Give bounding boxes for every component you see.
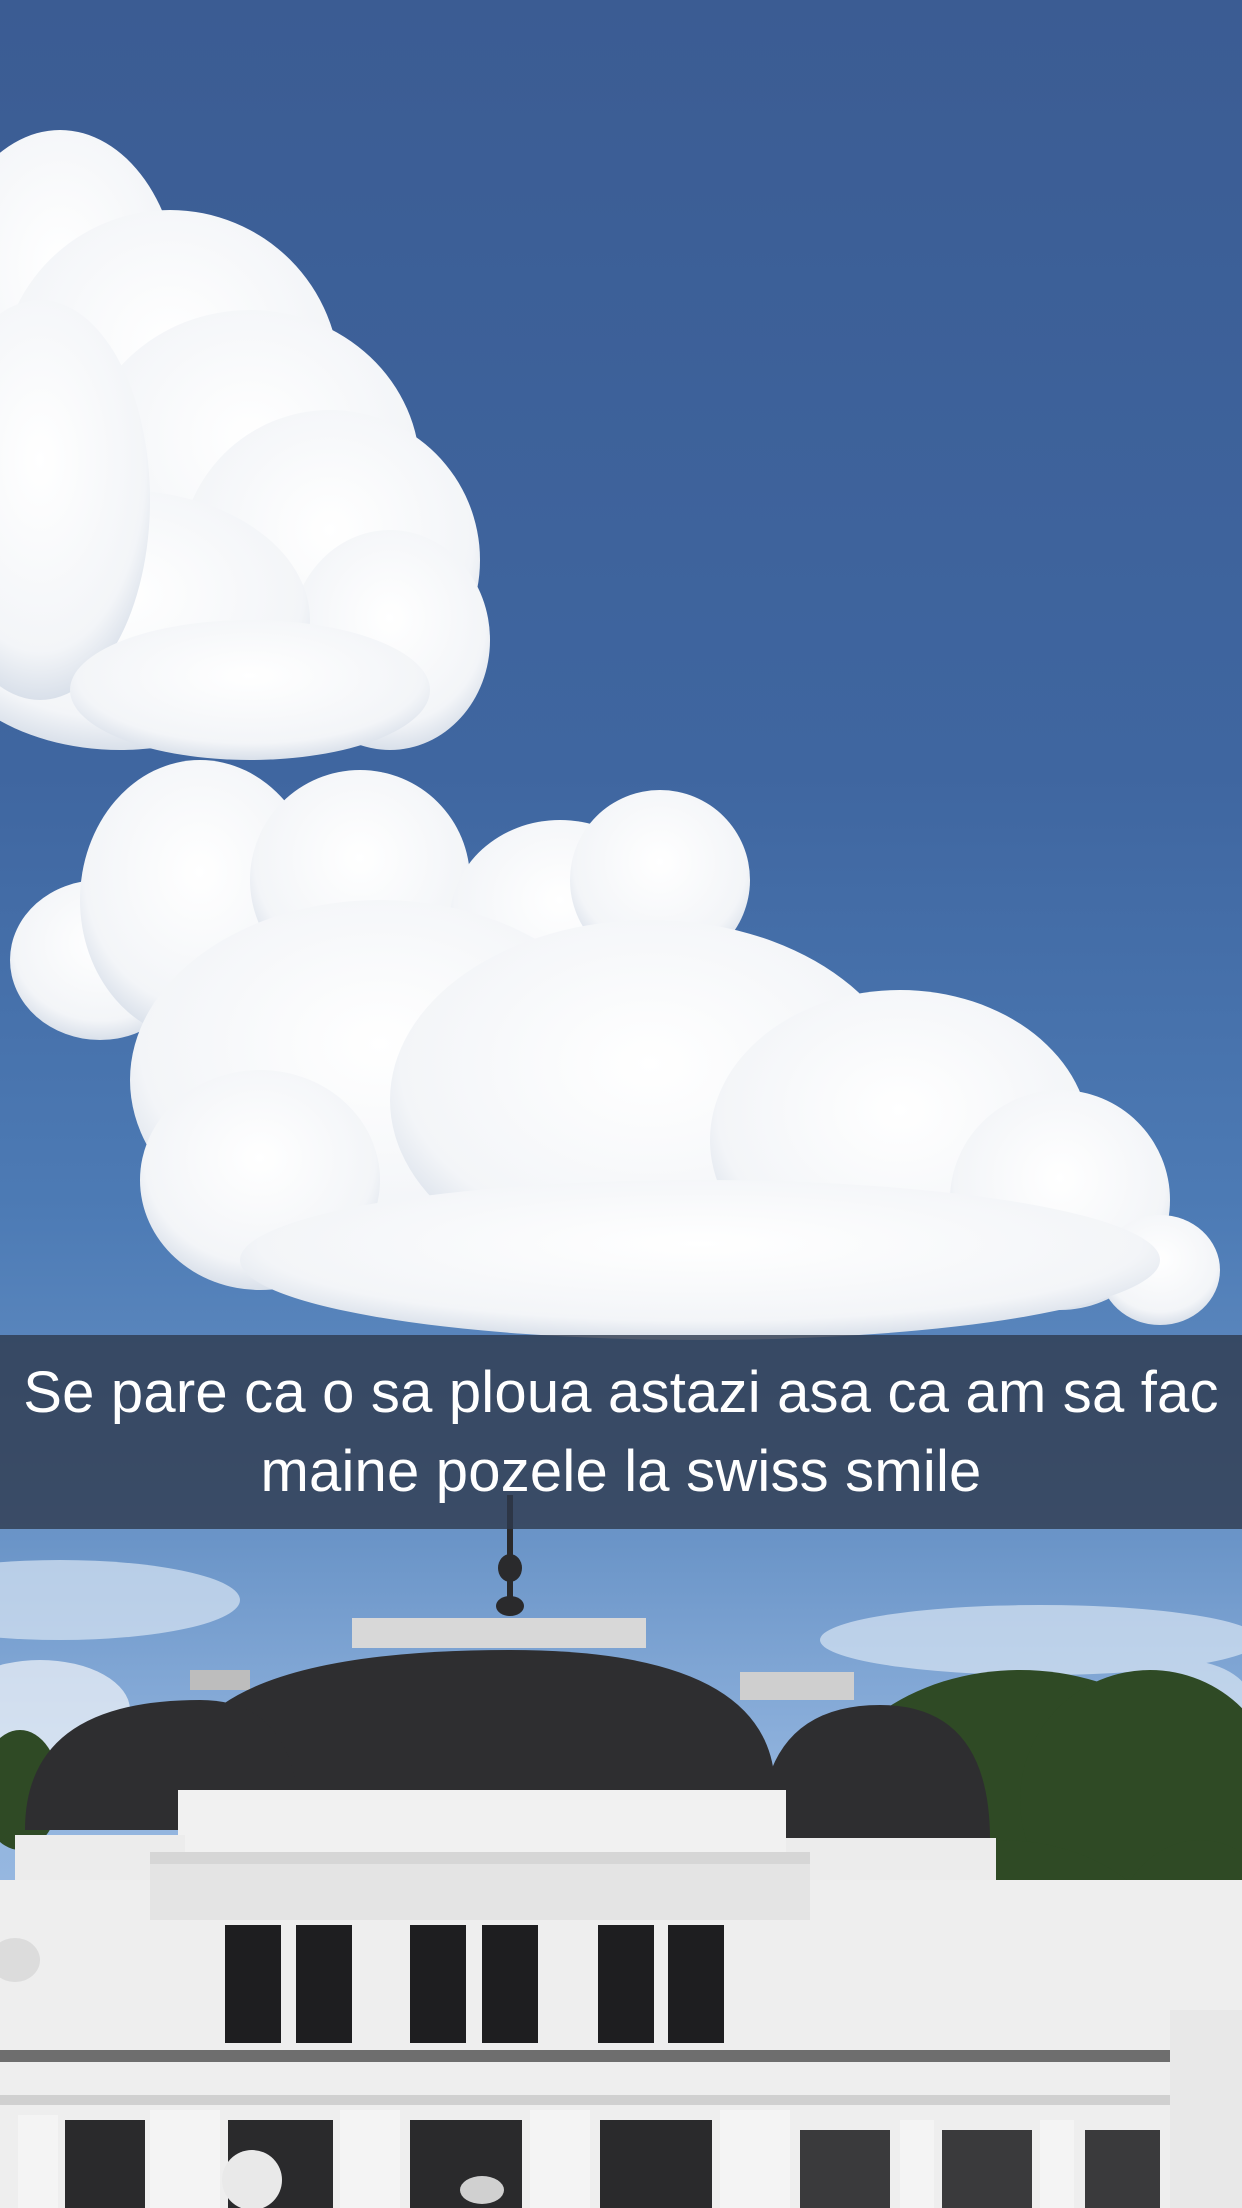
cloud-upper (0, 130, 490, 760)
snap-photo (0, 0, 1242, 2208)
cloud-lower (10, 760, 1220, 1340)
caption-text: Se pare ca o sa ploua astazi asa ca am s… (23, 1360, 1219, 1504)
columns (18, 2110, 1074, 2208)
caption-bar: Se pare ca o sa ploua astazi asa ca am s… (0, 1335, 1242, 1529)
